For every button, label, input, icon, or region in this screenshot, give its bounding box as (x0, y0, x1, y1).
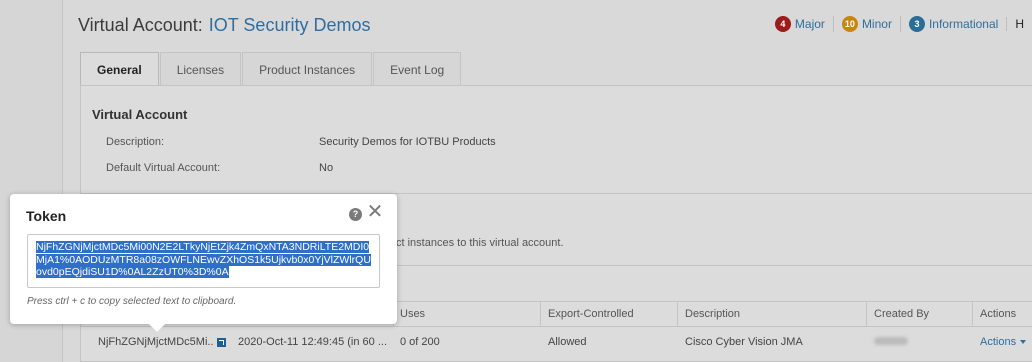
column-header-description[interactable]: Description (685, 308, 740, 320)
page-title: Virtual Account: IOT Security Demos (78, 15, 370, 36)
token-popover: Token ? ✕ NjFhZGNjMjctMDc5Mi00N2E2LTkyNj… (10, 194, 397, 324)
instances-note: ct instances to this virtual account. (396, 237, 564, 249)
column-separator (866, 302, 867, 326)
popover-title: Token (26, 208, 67, 224)
virtual-account-name: IOT Security Demos (208, 15, 371, 35)
page-title-prefix: Virtual Account: (78, 15, 203, 35)
tab-product-instances[interactable]: Product Instances (242, 52, 373, 86)
copy-hint: Press ctrl + c to copy selected text to … (27, 296, 237, 307)
tab-licenses[interactable]: Licenses (159, 52, 242, 86)
caret-down-icon (1020, 340, 1027, 345)
created-by-cell (874, 336, 908, 348)
help-icon[interactable]: ? (349, 208, 362, 221)
informational-count-badge: 3 (908, 16, 925, 32)
tab-general[interactable]: General (80, 52, 159, 87)
column-header-export-controlled[interactable]: Export-Controlled (548, 308, 634, 320)
tab-event-log[interactable]: Event Log (373, 52, 462, 86)
major-count-badge: 4 (774, 16, 791, 32)
default-virtual-account-label: Default Virtual Account: (106, 162, 221, 174)
copy-icon[interactable] (216, 337, 226, 347)
column-separator (972, 302, 973, 326)
column-header-uses[interactable]: Uses (400, 308, 425, 320)
alert-minor[interactable]: 10 Minor (832, 16, 900, 32)
default-virtual-account-value: No (319, 162, 334, 174)
token-selected-text[interactable]: NjFhZGNjMjctMDc5Mi00N2E2LTkyNjEtZjk4ZmQx… (36, 241, 371, 279)
export-controlled-cell: Allowed (548, 336, 587, 348)
token-value: NjFhZGNjMjctMDc5Mi00N2E2LTkyNjEtZjk4ZmQx… (36, 241, 371, 278)
alerts-bar: 4 Major 10 Minor 3 Informational H (767, 14, 1032, 34)
popover-arrow (148, 323, 166, 332)
alert-informational-label: Informational (928, 17, 999, 31)
uses-cell: 0 of 200 (400, 336, 440, 348)
alert-major[interactable]: 4 Major (767, 16, 833, 32)
actions-dropdown[interactable]: Actions (980, 336, 1027, 348)
minor-count-badge: 10 (841, 16, 858, 32)
token-textarea[interactable]: NjFhZGNjMjctMDc5Mi00N2E2LTkyNjEtZjk4ZmQx… (27, 234, 380, 288)
column-header-created-by[interactable]: Created By (874, 308, 929, 320)
alert-truncated[interactable]: H (1006, 17, 1032, 31)
column-separator (540, 302, 541, 326)
column-header-actions: Actions (980, 308, 1017, 320)
token-cell[interactable]: NjFhZGNjMjctMDc5Mi.. (98, 336, 226, 348)
alert-truncated-label: H (1015, 17, 1024, 31)
alert-minor-label: Minor (861, 17, 892, 31)
section-title-virtual-account: Virtual Account (92, 107, 188, 122)
tab-bar: General Licenses Product Instances Event… (80, 52, 462, 87)
alert-informational[interactable]: 3 Informational (899, 16, 1006, 32)
description-cell: Cisco Cyber Vision JMA (685, 336, 803, 348)
alert-major-label: Major (794, 17, 825, 31)
description-value: Security Demos for IOTBU Products (319, 136, 496, 148)
close-icon[interactable]: ✕ (365, 201, 385, 223)
token-truncated: NjFhZGNjMjctMDc5Mi.. (98, 336, 214, 348)
description-label: Description: (106, 136, 165, 148)
column-separator (677, 302, 678, 326)
redacted-user (874, 337, 908, 345)
actions-label: Actions (980, 336, 1017, 348)
expiration-cell: 2020-Oct-11 12:49:45 (in 60 ... (238, 336, 387, 348)
